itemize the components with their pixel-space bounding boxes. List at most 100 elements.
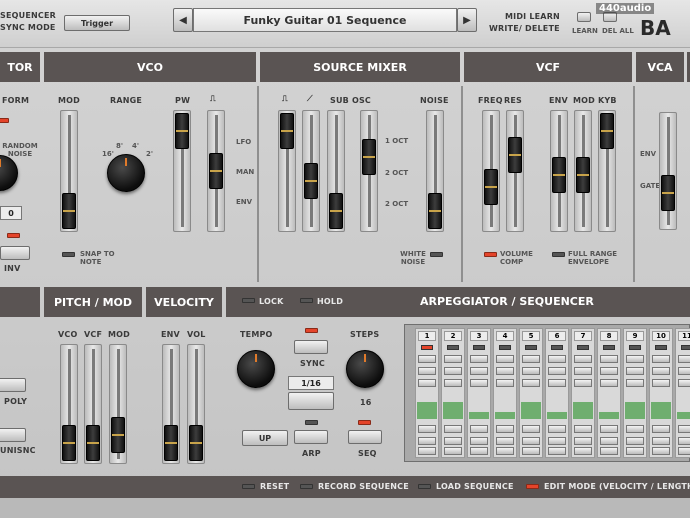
preset-name-display[interactable]: Funky Guitar 01 Sequence — [193, 8, 457, 32]
freq-cap[interactable] — [484, 169, 498, 205]
env-amount-slider[interactable] — [550, 110, 568, 232]
sub-oct-cap[interactable] — [362, 139, 376, 175]
step-column[interactable]: 7 — [571, 328, 595, 458]
next-preset-button[interactable]: ▶ — [457, 8, 477, 32]
reset-label[interactable]: RESET — [260, 482, 289, 491]
step-length-button[interactable] — [626, 447, 644, 455]
step-column[interactable]: 9 — [623, 328, 647, 458]
step-mode-button[interactable] — [418, 367, 436, 375]
step-length-button[interactable] — [678, 447, 690, 455]
step-length-button[interactable] — [652, 437, 670, 445]
step-mode-button[interactable] — [496, 355, 514, 363]
step-length-button[interactable] — [444, 437, 462, 445]
step-number[interactable]: 10 — [652, 331, 670, 341]
pw-cap[interactable] — [175, 113, 189, 149]
step-velocity-bar[interactable] — [677, 412, 690, 419]
step-mode-button[interactable] — [600, 355, 618, 363]
step-velocity-bar[interactable] — [469, 412, 489, 419]
lfo-rate-knob[interactable] — [0, 155, 18, 191]
step-length-button[interactable] — [496, 447, 514, 455]
step-mode-button[interactable] — [652, 355, 670, 363]
step-number[interactable]: 5 — [522, 331, 540, 341]
step-mode-button[interactable] — [470, 355, 488, 363]
step-column[interactable]: 6 — [545, 328, 569, 458]
step-mode-button[interactable] — [678, 367, 690, 375]
step-length-button[interactable] — [626, 425, 644, 433]
step-length-button[interactable] — [444, 447, 462, 455]
record-sequence-label[interactable]: RECORD SEQUENCE — [318, 482, 409, 491]
step-mode-button[interactable] — [574, 379, 592, 387]
step-mode-button[interactable] — [444, 355, 462, 363]
lfo-delay-value[interactable]: 0 — [0, 206, 22, 220]
step-length-button[interactable] — [574, 425, 592, 433]
step-number[interactable]: 4 — [496, 331, 514, 341]
step-column[interactable]: 3 — [467, 328, 491, 458]
step-mode-button[interactable] — [496, 379, 514, 387]
step-length-button[interactable] — [574, 437, 592, 445]
step-length-button[interactable] — [522, 437, 540, 445]
trigger-button[interactable]: Trigger — [64, 15, 130, 31]
step-number[interactable]: 3 — [470, 331, 488, 341]
velocity-vol-slider[interactable] — [187, 344, 205, 464]
bend-vcf-cap[interactable] — [86, 425, 100, 461]
step-column[interactable]: 1 — [415, 328, 439, 458]
bend-vco-cap[interactable] — [62, 425, 76, 461]
poly-button[interactable] — [0, 378, 26, 392]
step-length-button[interactable] — [444, 425, 462, 433]
step-number[interactable]: 1 — [418, 331, 436, 341]
division-button[interactable] — [288, 392, 334, 410]
step-column[interactable]: 10 — [649, 328, 673, 458]
step-velocity-bar[interactable] — [521, 402, 541, 419]
step-length-button[interactable] — [652, 425, 670, 433]
step-length-button[interactable] — [626, 437, 644, 445]
pw-source-cap[interactable] — [209, 153, 223, 189]
step-length-button[interactable] — [470, 425, 488, 433]
noise-level-slider[interactable] — [426, 110, 444, 232]
res-cap[interactable] — [508, 137, 522, 173]
learn-button[interactable] — [577, 12, 591, 22]
kyb-cap[interactable] — [600, 113, 614, 149]
step-mode-button[interactable] — [418, 355, 436, 363]
vca-mode-cap[interactable] — [661, 175, 675, 211]
unison-button[interactable] — [0, 428, 26, 442]
step-velocity-bar[interactable] — [651, 402, 671, 419]
step-number[interactable]: 6 — [548, 331, 566, 341]
step-length-button[interactable] — [678, 437, 690, 445]
sub-oct-switch[interactable] — [360, 110, 378, 232]
steps-knob[interactable] — [346, 350, 384, 388]
saw-level-cap[interactable] — [304, 163, 318, 199]
step-mode-button[interactable] — [418, 379, 436, 387]
step-length-button[interactable] — [522, 447, 540, 455]
step-length-button[interactable] — [600, 437, 618, 445]
step-length-button[interactable] — [548, 447, 566, 455]
step-length-button[interactable] — [652, 447, 670, 455]
lfo-inv-button[interactable] — [0, 246, 30, 260]
step-column[interactable]: 8 — [597, 328, 621, 458]
step-mode-button[interactable] — [626, 379, 644, 387]
vcf-mod-slider[interactable] — [574, 110, 592, 232]
step-velocity-bar[interactable] — [547, 412, 567, 419]
pulse-level-slider[interactable] — [278, 110, 296, 232]
step-length-button[interactable] — [470, 437, 488, 445]
vco-mod-cap[interactable] — [62, 193, 76, 229]
step-length-button[interactable] — [600, 447, 618, 455]
step-column[interactable]: 4 — [493, 328, 517, 458]
noise-level-cap[interactable] — [428, 193, 442, 229]
step-mode-button[interactable] — [548, 379, 566, 387]
step-length-button[interactable] — [418, 437, 436, 445]
step-mode-button[interactable] — [678, 355, 690, 363]
step-length-button[interactable] — [600, 425, 618, 433]
load-sequence-label[interactable]: LOAD SEQUENCE — [436, 482, 514, 491]
pulse-level-cap[interactable] — [280, 113, 294, 149]
step-mode-button[interactable] — [522, 379, 540, 387]
step-mode-button[interactable] — [574, 355, 592, 363]
velocity-env-cap[interactable] — [164, 425, 178, 461]
sub-level-cap[interactable] — [329, 193, 343, 229]
step-mode-button[interactable] — [600, 379, 618, 387]
range-knob[interactable] — [107, 154, 145, 192]
sync-button[interactable] — [294, 340, 328, 354]
step-velocity-bar[interactable] — [495, 412, 515, 419]
step-length-button[interactable] — [678, 425, 690, 433]
prev-preset-button[interactable]: ◀ — [173, 8, 193, 32]
mod-wheel-cap[interactable] — [111, 417, 125, 453]
